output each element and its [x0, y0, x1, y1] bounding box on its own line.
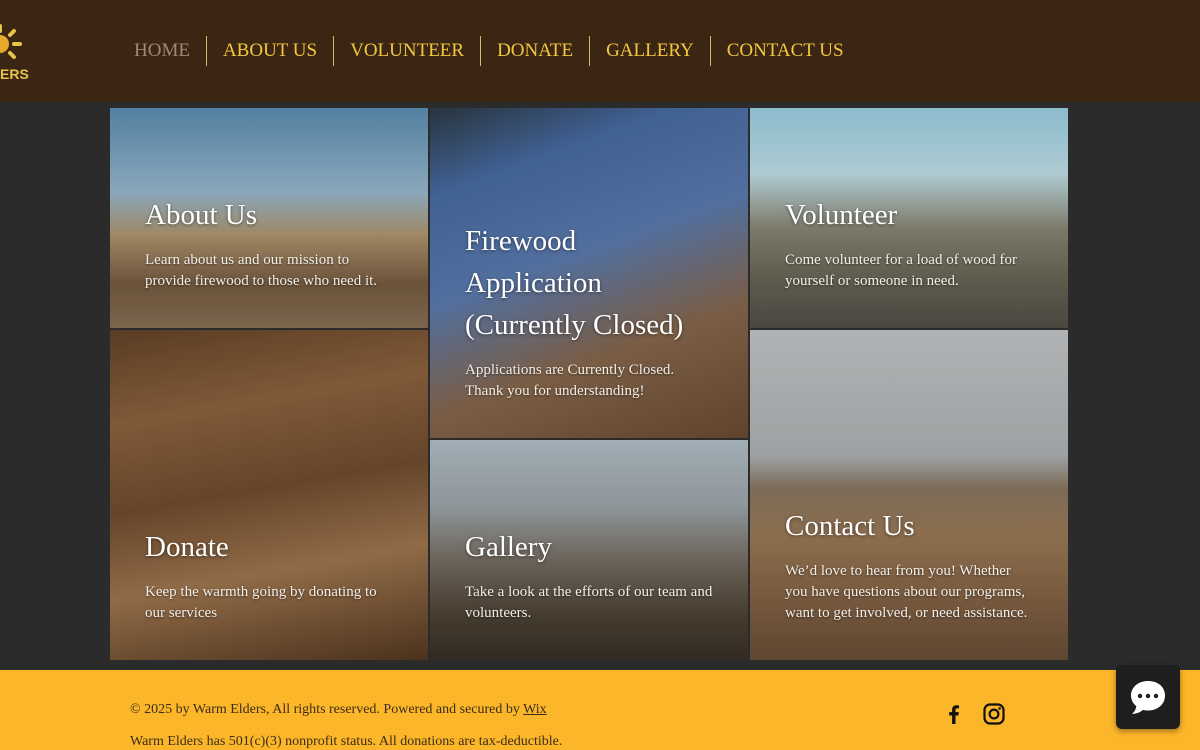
firewood-desc-line2: Thank you for understanding! [465, 383, 645, 399]
gallery-title: Gallery [465, 531, 552, 563]
donate-tile[interactable]: Donate Keep the warmth going by donating… [110, 330, 428, 660]
firewood-application-tile[interactable]: Firewood Application (Currently Closed) … [430, 108, 748, 438]
contact-us-tile[interactable]: Contact Us We’d love to hear from you! W… [750, 330, 1068, 660]
nav-item-about-us[interactable]: ABOUT US [205, 36, 333, 66]
gallery-desc-line2: volunteers. [465, 605, 532, 621]
nav-item-home[interactable]: HOME [118, 36, 206, 66]
volunteer-title: Volunteer [785, 199, 898, 231]
copyright-text: © 2025 by Warm Elders, All rights reserv… [130, 702, 524, 717]
donate-desc-line1: Keep the warmth going by donating to [145, 584, 377, 600]
nav-item-donate[interactable]: DONATE [480, 36, 589, 66]
firewood-title-line1: Firewood [465, 225, 577, 257]
footer-nonprofit-note: Warm Elders has 501(c)(3) nonprofit stat… [130, 734, 563, 749]
nav-item-contact-us[interactable]: CONTACT US [709, 36, 860, 66]
about-us-desc-line2: provide firewood to those who need it. [145, 273, 378, 289]
about-us-desc-line1: Learn about us and our mission to [145, 252, 350, 268]
volunteer-desc-line2: yourself or someone in need. [785, 273, 959, 289]
footer-copyright: © 2025 by Warm Elders, All rights reserv… [130, 702, 547, 718]
site-logo[interactable]: ERS [0, 22, 30, 84]
chat-icon [1131, 681, 1165, 714]
chat-widget-button[interactable] [1116, 665, 1180, 729]
logo-text: ERS [0, 66, 29, 82]
about-us-title: About Us [145, 199, 257, 231]
volunteer-desc-line1: Come volunteer for a load of wood for [785, 252, 1018, 268]
site-footer: © 2025 by Warm Elders, All rights reserv… [0, 670, 1200, 750]
contact-us-title: Contact Us [785, 510, 915, 542]
contact-us-desc-line2: you have questions about our programs, [785, 584, 1025, 600]
nav-item-gallery[interactable]: GALLERY [589, 36, 710, 66]
site-header: ERS HOME ABOUT US VOLUNTEER DONATE GALLE… [0, 0, 1200, 102]
gallery-tile[interactable]: Gallery Take a look at the efforts of ou… [430, 440, 748, 660]
firewood-title-line2: Application [465, 267, 602, 299]
donate-title: Donate [145, 531, 229, 563]
contact-us-desc-line1: We’d love to hear from you! Whether [785, 563, 1011, 579]
nav-item-volunteer[interactable]: VOLUNTEER [333, 36, 480, 66]
main-nav: HOME ABOUT US VOLUNTEER DONATE GALLERY C… [118, 36, 860, 66]
about-us-tile[interactable]: About Us Learn about us and our mission … [110, 108, 428, 328]
instagram-icon[interactable] [982, 702, 1006, 726]
wix-link[interactable]: Wix [523, 702, 547, 717]
firewood-desc-line1: Applications are Currently Closed. [465, 362, 675, 378]
contact-us-desc-line3: want to get involved, or need assistance… [785, 605, 1028, 621]
gallery-desc-line1: Take a look at the efforts of our team a… [465, 584, 713, 600]
volunteer-tile[interactable]: Volunteer Come volunteer for a load of w… [750, 108, 1068, 328]
donate-desc-line2: our services [145, 605, 218, 621]
facebook-icon[interactable] [942, 702, 966, 726]
firewood-title-line3: (Currently Closed) [465, 309, 684, 341]
